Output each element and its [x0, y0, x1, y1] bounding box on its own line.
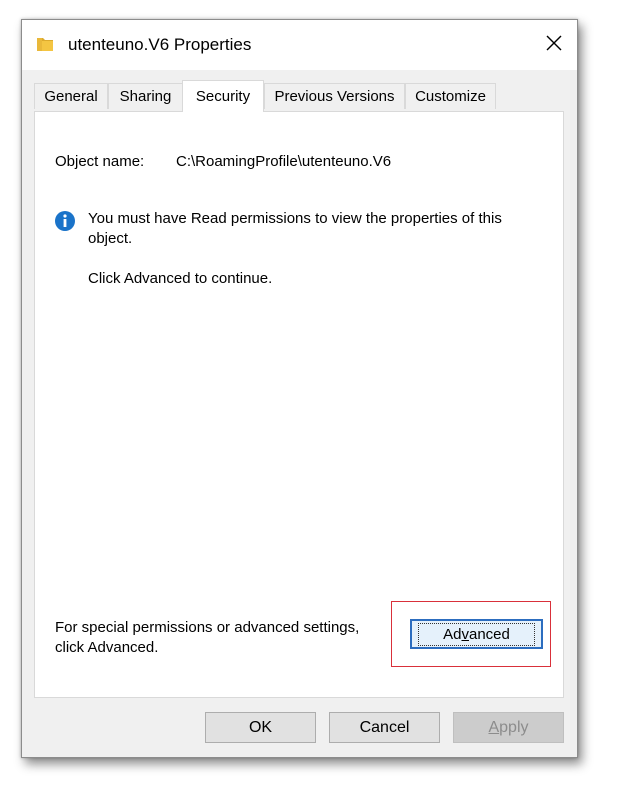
advanced-button[interactable]: Advanced: [410, 619, 543, 649]
tab-previous-versions[interactable]: Previous Versions: [264, 83, 405, 109]
ok-button[interactable]: OK: [205, 712, 316, 743]
title-bar: utenteuno.V6 Properties: [22, 20, 577, 70]
object-name-value: C:\RoamingProfile\utenteuno.V6: [176, 153, 392, 170]
tab-sharing[interactable]: Sharing: [108, 83, 183, 109]
apply-button[interactable]: Apply: [453, 712, 564, 743]
tab-general[interactable]: General: [34, 83, 108, 109]
special-permissions-text: For special permissions or advanced sett…: [55, 619, 360, 656]
tab-security[interactable]: Security: [182, 80, 264, 112]
continue-text: Click Advanced to continue.: [88, 270, 273, 287]
close-icon: [546, 35, 562, 56]
cancel-button[interactable]: Cancel: [329, 712, 440, 743]
properties-dialog: utenteuno.V6 Properties General Sharing …: [21, 19, 578, 758]
info-message: You must have Read permissions to view t…: [88, 210, 502, 247]
object-name-label: Object name:: [55, 153, 145, 170]
info-icon: [54, 210, 76, 232]
tab-customize[interactable]: Customize: [405, 83, 496, 109]
close-button[interactable]: [531, 20, 577, 70]
folder-icon: [35, 34, 55, 54]
security-panel: Object name: C:\RoamingProfile\utenteuno…: [34, 111, 564, 698]
window-title: utenteuno.V6 Properties: [68, 35, 252, 54]
